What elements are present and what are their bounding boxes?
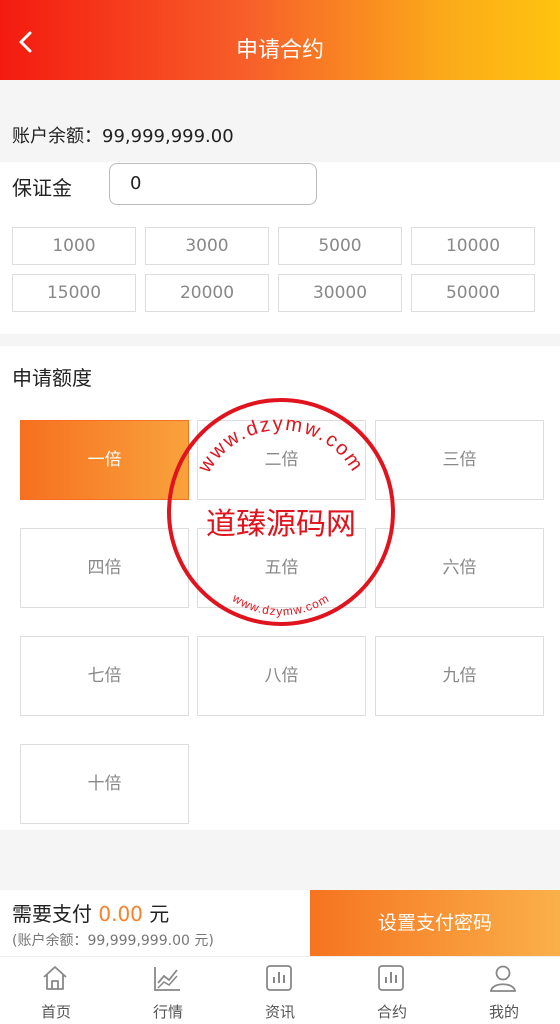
amount-option[interactable]: 10000 [411,227,535,265]
payment-amount: 0.00 [98,902,143,926]
tab-label: 首页 [40,1003,71,1021]
account-balance: 账户余额：99,999,999.00 [12,126,234,147]
multiplier-option[interactable]: 八倍 [197,636,366,716]
amount-option[interactable]: 1000 [12,227,136,265]
tab-mine[interactable]: 我的 [448,957,560,1024]
user-icon [489,965,517,992]
payment-summary: 需要支付 0.00 元 [12,898,169,927]
payment-balance-note: (账户余额：99,999,999.00 元) [12,933,214,949]
amount-option[interactable]: 30000 [278,274,402,312]
amount-option[interactable]: 15000 [12,274,136,312]
multiplier-option[interactable]: 六倍 [375,528,544,608]
multiplier-option[interactable]: 四倍 [20,528,189,608]
multiplier-option[interactable]: 二倍 [197,420,366,500]
payment-prefix: 需要支付 [12,902,92,926]
tab-news[interactable]: 资讯 [224,957,336,1024]
chart-trend-icon [154,967,180,991]
multiplier-option[interactable]: 九倍 [375,636,544,716]
multiplier-option[interactable]: 五倍 [197,528,366,608]
amount-option[interactable]: 3000 [145,227,269,265]
multiplier-option[interactable]: 十倍 [20,744,189,824]
multiplier-option[interactable]: 七倍 [20,636,189,716]
contract-bars-icon [378,965,404,991]
payment-unit: 元 [149,902,170,926]
amount-option[interactable]: 50000 [411,274,535,312]
amount-option[interactable]: 20000 [145,274,269,312]
margin-input[interactable]: 0 [109,163,317,205]
tab-label: 资讯 [264,1003,295,1021]
page-title: 申请合约 [235,38,324,63]
set-pay-password-button[interactable]: 设置支付密码 [310,890,560,956]
payment-bar: 需要支付 0.00 元 (账户余额：99,999,999.00 元) 设置支付密… [0,890,560,956]
tab-label: 合约 [376,1003,407,1021]
tab-contract[interactable]: 合约 [336,957,448,1024]
bottom-tab-bar: 首页 行情 资讯 合约 我的 [0,956,560,1024]
tab-label: 我的 [488,1003,519,1021]
tab-market[interactable]: 行情 [112,957,224,1024]
multiplier-option[interactable]: 一倍 [20,420,189,500]
news-bars-icon [266,965,292,991]
amount-option[interactable]: 5000 [278,227,402,265]
tab-label: 行情 [152,1003,183,1021]
margin-section: 保证金 0 1000 3000 5000 10000 15000 20000 3… [0,162,560,334]
tab-home[interactable]: 首页 [0,957,112,1024]
apply-section: 申请额度 一倍 二倍 三倍 四倍 五倍 六倍 七倍 八倍 九倍 十倍 [0,346,560,830]
multiplier-option[interactable]: 三倍 [375,420,544,500]
home-icon [43,966,67,990]
apply-label: 申请额度 [12,366,92,390]
margin-label: 保证金 [12,176,72,200]
app-header: 申请合约 [0,0,560,80]
